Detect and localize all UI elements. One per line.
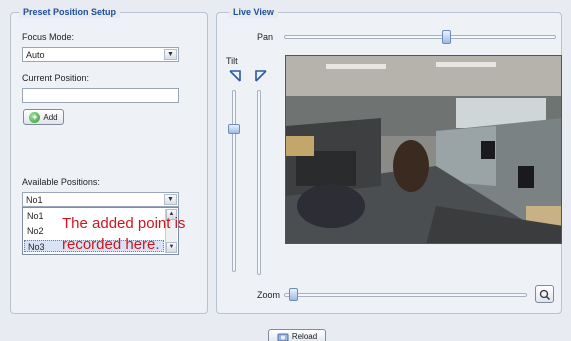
scroll-down-icon[interactable]: ▼ xyxy=(166,242,177,253)
available-positions-select[interactable]: No1 ▼ xyxy=(22,192,179,207)
available-positions-list[interactable]: No1 No2 No3 ▲ ▼ xyxy=(22,207,179,255)
list-scrollbar[interactable]: ▲ ▼ xyxy=(165,209,177,253)
current-position-input[interactable] xyxy=(22,88,179,103)
zoom-slider-thumb[interactable] xyxy=(288,288,298,301)
list-item[interactable]: No2 xyxy=(24,225,164,237)
pan-label: Pan xyxy=(257,32,274,42)
list-item[interactable]: No3 xyxy=(24,240,164,252)
focus-mode-value: Auto xyxy=(26,50,45,60)
available-positions-value: No1 xyxy=(26,195,43,205)
tilt-slider-left[interactable] xyxy=(232,90,236,272)
pan-slider[interactable] xyxy=(284,35,556,39)
current-position-label: Current Position: xyxy=(22,73,90,83)
live-view-legend: Live View xyxy=(229,7,278,18)
tilt-up-icon[interactable] xyxy=(254,69,268,83)
list-item[interactable]: No1 xyxy=(24,210,164,222)
focus-mode-select[interactable]: Auto ▼ xyxy=(22,47,179,62)
tilt-slider-thumb[interactable] xyxy=(228,124,240,135)
scroll-up-icon[interactable]: ▲ xyxy=(166,209,177,220)
zoom-reset-button[interactable] xyxy=(535,285,554,303)
tilt-label: Tilt xyxy=(226,56,238,66)
tilt-down-icon[interactable] xyxy=(228,69,242,83)
chevron-down-icon[interactable]: ▼ xyxy=(164,49,177,60)
magnifier-icon xyxy=(539,289,550,300)
add-button-label: Add xyxy=(43,112,58,122)
office-camera-image xyxy=(286,56,561,243)
preset-position-legend: Preset Position Setup xyxy=(19,7,121,18)
add-button[interactable]: + Add xyxy=(23,109,64,125)
pan-slider-thumb[interactable] xyxy=(441,30,451,44)
focus-mode-label: Focus Mode: xyxy=(22,32,75,42)
reload-icon xyxy=(277,333,289,341)
reload-button[interactable]: Reload xyxy=(268,329,326,341)
live-video xyxy=(285,55,562,244)
available-positions-label: Available Positions: xyxy=(22,177,100,187)
reload-button-label: Reload xyxy=(291,332,318,341)
zoom-label: Zoom xyxy=(257,290,281,300)
zoom-slider[interactable] xyxy=(284,293,527,297)
add-plus-icon: + xyxy=(29,111,41,123)
chevron-down-icon[interactable]: ▼ xyxy=(164,194,177,205)
tilt-slider-right[interactable] xyxy=(257,90,261,275)
